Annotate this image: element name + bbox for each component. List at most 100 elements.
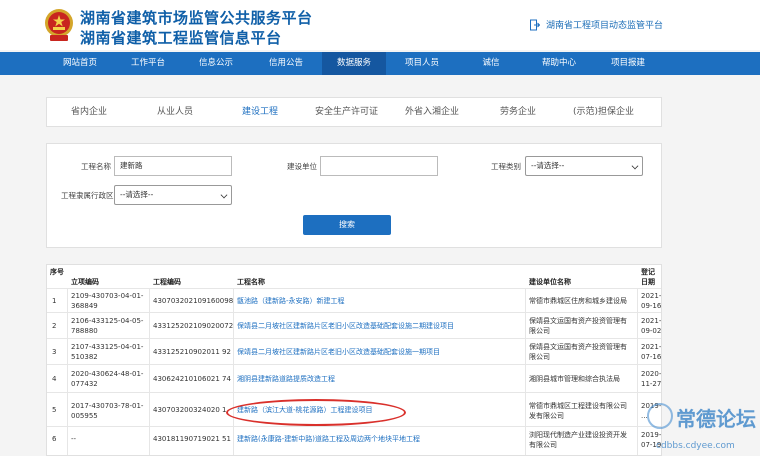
row-builder: 发有限公司 bbox=[529, 412, 564, 420]
tab-safety-license[interactable]: 安全生产许可证 bbox=[315, 98, 378, 126]
nav-item-project-staff[interactable]: 项目人员 bbox=[386, 52, 458, 75]
watermark-url: cdbbs.cdyee.com bbox=[656, 441, 735, 451]
row-approval-code: 510382 bbox=[71, 353, 98, 361]
row-project-code: 430624210106021 74 bbox=[153, 375, 231, 383]
table-row: 1 2109-430703-04-01- 368849 430703202109… bbox=[47, 289, 662, 313]
row-date: 2021- bbox=[641, 343, 662, 351]
monitor-platform-link[interactable]: 湖南省工程项目动态监管平台 bbox=[530, 18, 663, 31]
watermark-text: 常德论坛 bbox=[676, 407, 756, 431]
site-header: 湖南省建筑市场监管公共服务平台 湖南省建筑工程监管信息平台 湖南省工程项目动态监… bbox=[0, 0, 760, 50]
nav-item-data-service[interactable]: 数据服务 bbox=[322, 52, 386, 75]
row-builder: 常德市鼎城区工程建设有限公司 bbox=[529, 402, 627, 410]
header-project-name: 工程名称 bbox=[237, 278, 265, 286]
table-row: 4 2020-430624-48-01- 077432 430624210106… bbox=[47, 365, 662, 393]
region-label: 工程隶属行政区 bbox=[61, 191, 114, 200]
row-project-name-link[interactable]: 建新路(永康路-建新中路)道路工程及周边两个地块平地工程 bbox=[237, 434, 420, 444]
row-date: 09-16 bbox=[641, 302, 662, 310]
row-builder: 保靖县文运国有资产投资管理有 bbox=[529, 343, 627, 351]
row-project-name-link[interactable]: 湘阴县建新路道路提质改造工程 bbox=[237, 374, 335, 384]
forum-watermark: 常德论坛 cdbbs.cdyee.com bbox=[647, 403, 756, 451]
table-header-row: 序号 立项编码 工程编码 工程名称 建设单位名称 登记日期 bbox=[47, 265, 661, 289]
header-project-code: 工程编码 bbox=[153, 278, 181, 286]
tab-out-of-province-enterprises[interactable]: 外省入湘企业 bbox=[405, 98, 459, 126]
row-builder: 有限公司 bbox=[529, 441, 557, 449]
project-name-input[interactable]: 建新路 bbox=[114, 156, 232, 176]
header-no: 序号 bbox=[50, 268, 64, 276]
row-project-name-link[interactable]: 甑池路（建新路-永安路）新建工程 bbox=[237, 296, 345, 306]
tab-local-enterprises[interactable]: 省内企业 bbox=[71, 98, 107, 126]
row-approval-code: 2109-430703-04-01- bbox=[71, 292, 144, 300]
main-nav: 网站首页 工作平台 信息公示 信用公告 数据服务 项目人员 诚信 帮助中心 项目… bbox=[0, 52, 760, 75]
row-approval-code: 368849 bbox=[71, 302, 98, 310]
results-table: 序号 立项编码 工程编码 工程名称 建设单位名称 登记日期 1 2109-430… bbox=[46, 264, 662, 456]
row-builder: 保靖县文运国有资产投资管理有 bbox=[529, 317, 627, 325]
platform-title-secondary: 湖南省建筑工程监管信息平台 bbox=[80, 29, 282, 47]
nav-item-project-filing[interactable]: 项目报建 bbox=[594, 52, 662, 75]
header-date: 登记日期 bbox=[641, 268, 655, 286]
row-approval-code: 2017-430703-78-01- bbox=[71, 402, 144, 410]
tab-practitioners[interactable]: 从业人员 bbox=[157, 98, 193, 126]
builder-label: 建设单位 bbox=[287, 162, 317, 171]
row-no: 4 bbox=[52, 375, 57, 383]
row-approval-code: 005955 bbox=[71, 412, 98, 420]
region-select-value: --请选择-- bbox=[120, 190, 154, 199]
row-approval-code: -- bbox=[71, 435, 77, 443]
chevron-down-icon bbox=[220, 191, 228, 199]
row-approval-code: 2106-433125-04-05- bbox=[71, 317, 144, 325]
table-row: 6 -- 430181190719021 51 建新路(永康路-建新中路)道路工… bbox=[47, 427, 661, 455]
row-project-code: 430703202109160098 bbox=[153, 297, 234, 305]
table-row: 3 2107-433125-04-01- 510382 433125210902… bbox=[47, 339, 662, 365]
tab-labor-enterprises[interactable]: 劳务企业 bbox=[500, 98, 536, 126]
row-builder: 限公司 bbox=[529, 327, 550, 335]
row-date: 2021- bbox=[641, 317, 662, 325]
row-no: 2 bbox=[52, 322, 57, 330]
header-approval-code: 立项编码 bbox=[71, 278, 99, 286]
header-builder: 建设单位名称 bbox=[529, 278, 571, 286]
project-name-label: 工程名称 bbox=[81, 162, 111, 171]
row-date: 2020- bbox=[641, 370, 662, 378]
row-builder: 浏阳现代制造产业建设投资开发 bbox=[529, 431, 627, 439]
category-select-value: --请选择-- bbox=[531, 161, 565, 170]
nav-item-help[interactable]: 帮助中心 bbox=[524, 52, 594, 75]
nav-item-integrity[interactable]: 诚信 bbox=[458, 52, 524, 75]
row-builder: 常德市鼎城区住房和城乡建设局 bbox=[529, 297, 627, 305]
row-approval-code: 2107-433125-04-01- bbox=[71, 343, 144, 351]
category-tabs: 省内企业 从业人员 建设工程 安全生产许可证 外省入湘企业 劳务企业 (示范)担… bbox=[46, 97, 662, 127]
row-date: 09-02 bbox=[641, 327, 662, 335]
table-row: 2 2106-433125-04-05- 788880 433125202109… bbox=[47, 313, 662, 339]
row-approval-code: 788880 bbox=[71, 327, 98, 335]
nav-item-home[interactable]: 网站首页 bbox=[46, 52, 114, 75]
builder-input[interactable] bbox=[320, 156, 438, 176]
row-no: 6 bbox=[52, 435, 57, 443]
row-no: 1 bbox=[52, 297, 57, 305]
row-project-code: 430181190719021 51 bbox=[153, 435, 231, 443]
search-button[interactable]: 搜索 bbox=[303, 215, 391, 235]
row-date: 07-16 bbox=[641, 353, 662, 361]
row-no: 5 bbox=[52, 406, 57, 414]
row-project-code: 433125202109020072 bbox=[153, 322, 234, 330]
nav-item-disclosure[interactable]: 信息公示 bbox=[182, 52, 250, 75]
tab-guarantee-enterprises[interactable]: (示范)担保企业 bbox=[573, 98, 634, 126]
row-project-name-link[interactable]: 保靖县二月坡社区建新路片区老旧小区改造基础配套设施二期建设项目 bbox=[237, 321, 454, 331]
row-approval-code: 077432 bbox=[71, 380, 98, 388]
row-date: 2021- bbox=[641, 292, 662, 300]
national-emblem-icon bbox=[45, 9, 73, 41]
search-form: 工程名称 建新路 建设单位 工程类别 --请选择-- 工程隶属行政区 --请选择… bbox=[46, 143, 662, 248]
nav-item-credit-notice[interactable]: 信用公告 bbox=[250, 52, 322, 75]
category-select[interactable]: --请选择-- bbox=[525, 156, 643, 176]
row-approval-code: 2020-430624-48-01- bbox=[71, 370, 144, 378]
platform-title-primary: 湖南省建筑市场监管公共服务平台 bbox=[80, 9, 313, 27]
row-project-name-link[interactable]: 保靖县二月坡社区建新路片区老旧小区改造基础配套设施一期项目 bbox=[237, 347, 440, 357]
chevron-down-icon bbox=[631, 162, 639, 170]
nav-item-workbench[interactable]: 工作平台 bbox=[114, 52, 182, 75]
region-select[interactable]: --请选择-- bbox=[114, 185, 232, 205]
monitor-platform-label: 湖南省工程项目动态监管平台 bbox=[546, 21, 664, 31]
tab-construction-projects[interactable]: 建设工程 bbox=[242, 98, 278, 126]
row-project-code: 430703200324020 1 bbox=[153, 406, 227, 414]
category-label: 工程类别 bbox=[491, 162, 521, 171]
highlight-ellipse bbox=[226, 399, 406, 426]
row-builder: 限公司 bbox=[529, 353, 550, 361]
export-icon bbox=[530, 19, 540, 30]
row-project-code: 433125210902011 92 bbox=[153, 348, 231, 356]
row-builder: 湘阴县城市管理和综合执法局 bbox=[529, 375, 620, 383]
